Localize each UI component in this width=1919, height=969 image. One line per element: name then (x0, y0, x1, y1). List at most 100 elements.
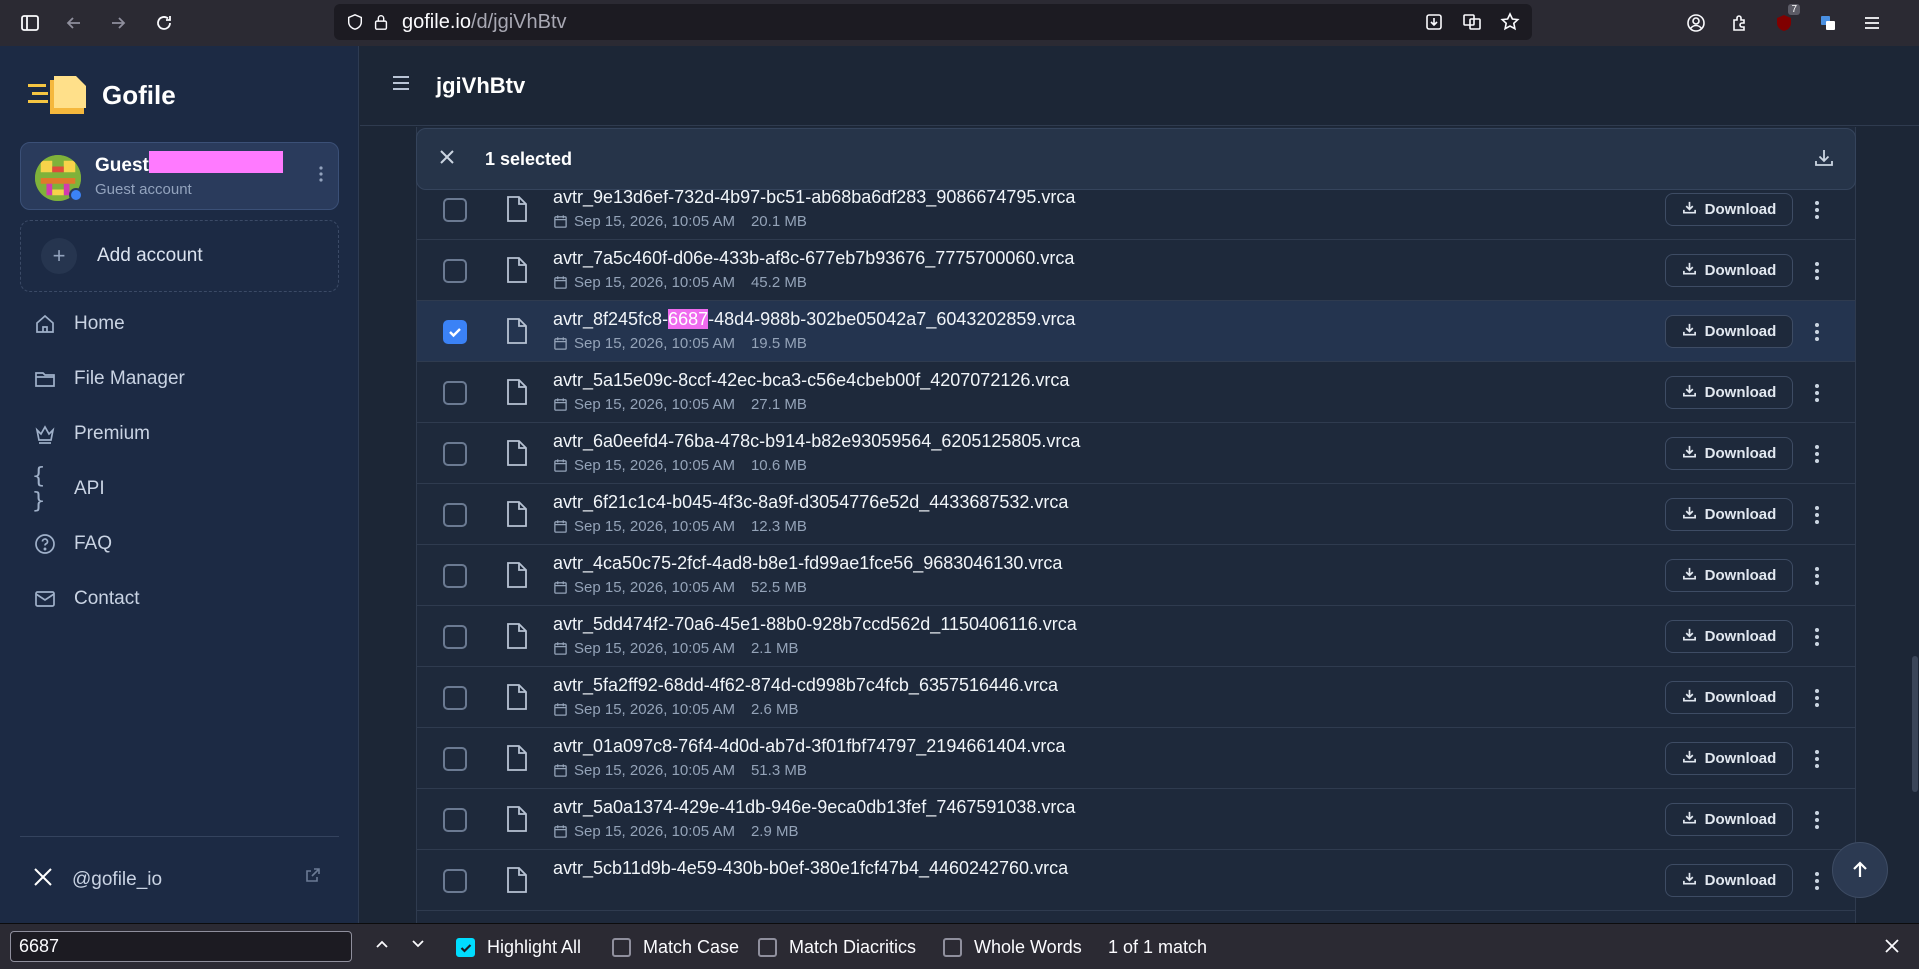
sidebar-item-api[interactable]: { } API (32, 461, 185, 516)
account-menu-icon[interactable] (318, 165, 324, 188)
table-row[interactable]: avtr_4ca50c75-2fcf-4ad8-b8e1-fd99ae1fce5… (417, 545, 1855, 606)
app-menu-icon[interactable] (1850, 0, 1894, 46)
reload-icon[interactable] (142, 0, 186, 46)
download-button[interactable]: Download (1665, 315, 1793, 348)
download-button[interactable]: Download (1665, 864, 1793, 897)
find-input[interactable] (10, 931, 352, 962)
file-name[interactable]: avtr_4ca50c75-2fcf-4ad8-b8e1-fd99ae1fce5… (553, 553, 1062, 574)
download-button[interactable]: Download (1665, 498, 1793, 531)
file-name[interactable]: avtr_8f245fc8-6687-48d4-988b-302be05042a… (553, 309, 1075, 330)
row-checkbox[interactable] (443, 564, 467, 588)
row-checkbox[interactable] (443, 503, 467, 527)
table-row[interactable]: avtr_5cb11d9b-4e59-430b-b0ef-380e1fcf47b… (417, 850, 1855, 911)
file-name[interactable]: avtr_7a5c460f-d06e-433b-af8c-677eb7b9367… (553, 248, 1074, 269)
scroll-to-top-button[interactable] (1832, 842, 1888, 898)
row-checkbox[interactable] (443, 808, 467, 832)
table-row[interactable]: avtr_5fa2ff92-68dd-4f62-874d-cd998b7c4fc… (417, 667, 1855, 728)
more-options-icon[interactable] (1807, 562, 1827, 590)
table-row[interactable]: avtr_6a0eefd4-76ba-478c-b914-b82e9305956… (417, 423, 1855, 484)
download-button[interactable]: Download (1665, 803, 1793, 836)
row-checkbox[interactable] (443, 869, 467, 893)
add-account-button[interactable]: + Add account (20, 220, 339, 292)
bookmark-star-icon[interactable] (1498, 10, 1522, 34)
extensions-icon[interactable] (1718, 0, 1762, 46)
lock-icon[interactable] (370, 11, 392, 33)
scrollbar-thumb[interactable] (1912, 656, 1918, 792)
table-row[interactable]: avtr_5dd474f2-70a6-45e1-88b0-928b7ccd562… (417, 606, 1855, 667)
file-name[interactable]: avtr_5a15e09c-8ccf-42ec-bca3-c56e4cbeb00… (553, 370, 1069, 391)
more-options-icon[interactable] (1807, 806, 1827, 834)
download-selected-icon[interactable] (1813, 147, 1835, 174)
more-options-icon[interactable] (1807, 196, 1827, 224)
close-icon[interactable] (437, 147, 457, 172)
address-bar[interactable]: gofile.io/d/jgiVhBtv (334, 4, 1532, 40)
table-row[interactable]: avtr_01a097c8-76f4-4d0d-ab7d-3f01fbf7479… (417, 728, 1855, 789)
file-name[interactable]: avtr_01a097c8-76f4-4d0d-ab7d-3f01fbf7479… (553, 736, 1065, 757)
row-checkbox[interactable] (443, 381, 467, 405)
more-options-icon[interactable] (1807, 318, 1827, 346)
sidebar-item-premium[interactable]: Premium (32, 406, 185, 461)
match-diacritics-checkbox[interactable]: Match Diacritics (758, 937, 916, 958)
file-name[interactable]: avtr_5a0a1374-429e-41db-946e-9eca0db13fe… (553, 797, 1075, 818)
download-button[interactable]: Download (1665, 742, 1793, 775)
row-checkbox[interactable] (443, 747, 467, 771)
download-button[interactable]: Download (1665, 254, 1793, 287)
sidebar-item-file-manager[interactable]: File Manager (32, 351, 185, 406)
sidebar-item-home[interactable]: Home (32, 296, 185, 351)
file-name[interactable]: avtr_9e13d6ef-732d-4b97-bc51-ab68ba6df28… (553, 187, 1075, 208)
table-row[interactable]: avtr_6f21c1c4-b045-4f3c-8a9f-d3054776e52… (417, 484, 1855, 545)
row-checkbox[interactable] (443, 259, 467, 283)
twitter-link[interactable]: @gofile_io (32, 866, 162, 894)
scrollbar[interactable] (1911, 126, 1919, 923)
table-row[interactable]: avtr_5a15e09c-8ccf-42ec-bca3-c56e4cbeb00… (417, 362, 1855, 423)
more-options-icon[interactable] (1807, 745, 1827, 773)
file-name[interactable]: avtr_5dd474f2-70a6-45e1-88b0-928b7ccd562… (553, 614, 1077, 635)
shield-icon[interactable] (344, 11, 366, 33)
sidebar-toggle-icon[interactable] (8, 0, 52, 46)
table-row[interactable]: avtr_8f245fc8-6687-48d4-988b-302be05042a… (417, 301, 1855, 362)
more-options-icon[interactable] (1807, 684, 1827, 712)
match-case-checkbox[interactable]: Match Case (612, 937, 739, 958)
translator-extension-icon[interactable] (1806, 0, 1850, 46)
file-name[interactable]: avtr_5cb11d9b-4e59-430b-b0ef-380e1fcf47b… (553, 858, 1068, 879)
download-button[interactable]: Download (1665, 559, 1793, 592)
menu-icon[interactable] (390, 72, 412, 99)
row-checkbox[interactable] (443, 320, 467, 344)
download-button[interactable]: Download (1665, 193, 1793, 226)
download-button[interactable]: Download (1665, 681, 1793, 714)
file-name[interactable]: avtr_6a0eefd4-76ba-478c-b914-b82e9305956… (553, 431, 1080, 452)
translate-icon[interactable] (1460, 10, 1484, 34)
external-link-icon[interactable] (304, 866, 322, 889)
more-options-icon[interactable] (1807, 623, 1827, 651)
row-checkbox[interactable] (443, 625, 467, 649)
close-find-bar-icon[interactable] (1882, 936, 1902, 961)
find-next-icon[interactable] (408, 934, 428, 959)
download-button[interactable]: Download (1665, 620, 1793, 653)
ublock-icon[interactable]: 7 (1762, 0, 1806, 46)
account-card[interactable]: Guest Guest account (20, 142, 339, 210)
more-options-icon[interactable] (1807, 257, 1827, 285)
back-arrow-icon[interactable] (52, 0, 96, 46)
more-options-icon[interactable] (1807, 501, 1827, 529)
more-options-icon[interactable] (1807, 867, 1827, 895)
highlight-all-checkbox[interactable]: Highlight All (456, 937, 581, 958)
more-options-icon[interactable] (1807, 379, 1827, 407)
whole-words-checkbox[interactable]: Whole Words (943, 937, 1082, 958)
sidebar-item-contact[interactable]: Contact (32, 571, 185, 626)
file-name[interactable]: avtr_5fa2ff92-68dd-4f62-874d-cd998b7c4fc… (553, 675, 1058, 696)
forward-arrow-icon[interactable] (96, 0, 140, 46)
sidebar-item-faq[interactable]: FAQ (32, 516, 185, 571)
more-options-icon[interactable] (1807, 440, 1827, 468)
download-button[interactable]: Download (1665, 376, 1793, 409)
file-name[interactable]: avtr_6f21c1c4-b045-4f3c-8a9f-d3054776e52… (553, 492, 1068, 513)
table-row[interactable]: avtr_5a0a1374-429e-41db-946e-9eca0db13fe… (417, 789, 1855, 850)
find-previous-icon[interactable] (372, 934, 392, 959)
download-button[interactable]: Download (1665, 437, 1793, 470)
brand[interactable]: Gofile (28, 72, 176, 118)
save-to-disk-icon[interactable] (1422, 10, 1446, 34)
table-row[interactable]: avtr_7a5c460f-d06e-433b-af8c-677eb7b9367… (417, 240, 1855, 301)
row-checkbox[interactable] (443, 442, 467, 466)
account-icon[interactable] (1674, 0, 1718, 46)
row-checkbox[interactable] (443, 198, 467, 222)
row-checkbox[interactable] (443, 686, 467, 710)
